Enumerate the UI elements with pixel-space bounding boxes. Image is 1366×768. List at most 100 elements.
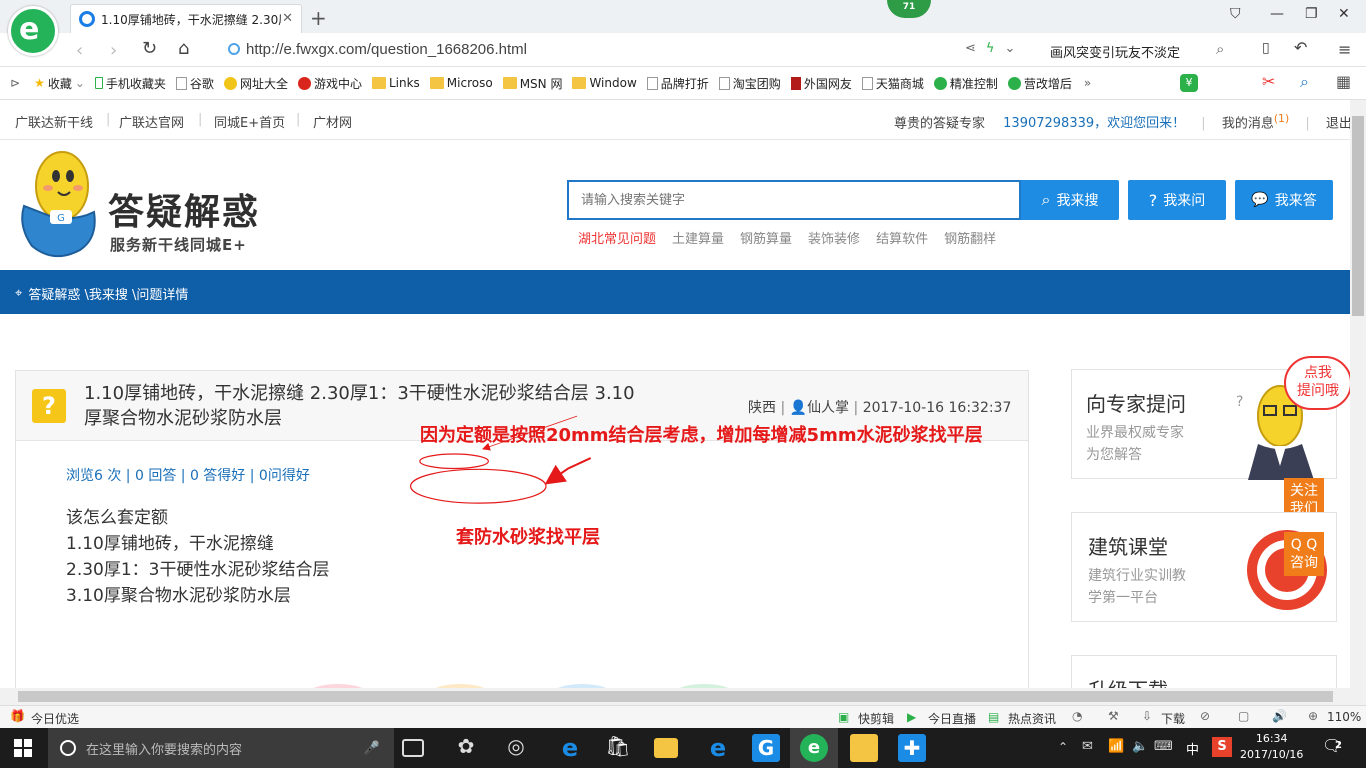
sogou-icon[interactable]: S xyxy=(1212,737,1232,757)
answer-button[interactable]: 💬 我来答 xyxy=(1235,180,1333,220)
undo-icon[interactable]: ↶ xyxy=(1294,38,1307,57)
fav-item[interactable]: 营改增后 xyxy=(1007,75,1072,92)
breadcrumb-text[interactable]: 答疑解惑 \我来搜 \问题详情 xyxy=(28,284,188,303)
ask-button[interactable]: ? 我来问 xyxy=(1128,180,1226,220)
store-icon[interactable]: 🛍 xyxy=(604,734,632,762)
fav-item[interactable]: 天猫商城 xyxy=(861,75,924,92)
taskbar-search[interactable]: 在这里输入你要搜索的内容 🎤 xyxy=(48,728,394,768)
wechat-icon[interactable]: ✉ xyxy=(1082,739,1093,754)
browser-logo-icon[interactable]: e xyxy=(8,6,58,56)
browser-tab[interactable]: 1.10厚铺地砖，干水泥擦缝 2.30厚1：3干硬性水泥砂浆结合层 3.10厚聚… xyxy=(70,4,302,33)
hot-keyword[interactable]: 结算软件 xyxy=(876,228,928,247)
hot-keyword[interactable]: 装饰装修 xyxy=(808,228,860,247)
tray-chevron-icon[interactable]: ⌃ xyxy=(1058,740,1068,754)
yen-icon[interactable]: ¥ xyxy=(1180,74,1198,92)
fav-item[interactable]: Window xyxy=(572,76,637,90)
zoom-level[interactable]: 110% xyxy=(1327,710,1361,724)
browser-status-bar: 🎁 今日优选 ▣ 快剪辑 ▶ 今日直播 ▤ 热点资讯 ◔ ⚒ ⇩ 下载 ⊘ ▢ … xyxy=(0,705,1366,728)
home-icon[interactable]: ⌂ xyxy=(178,38,189,59)
search-input[interactable] xyxy=(569,182,1019,218)
clean-icon[interactable]: ⊘ xyxy=(1200,709,1210,723)
magnifier-icon[interactable]: ⌕ xyxy=(1300,72,1309,92)
fav-item[interactable]: 精准控制 xyxy=(933,75,998,92)
microphone-icon[interactable]: 🎤 xyxy=(364,741,380,756)
window-icon[interactable]: ▢ xyxy=(1238,709,1249,723)
hot-search-text[interactable]: 画风突变引玩友不淡定 xyxy=(1050,42,1180,61)
vertical-scroll-thumb[interactable] xyxy=(1352,116,1364,316)
chevron-down-icon[interactable]: ⌄ xyxy=(1004,41,1015,56)
sidebar-toggle-icon[interactable]: ⊳ xyxy=(10,76,20,90)
fan-icon[interactable]: ✿ xyxy=(452,734,480,762)
ime-indicator[interactable]: 中 xyxy=(1186,739,1199,758)
fav-item[interactable]: Microso xyxy=(429,76,493,90)
plus-app-icon[interactable]: ✚ xyxy=(898,734,926,762)
forward-icon[interactable]: › xyxy=(110,40,117,61)
status-today-picks[interactable]: 今日优选 xyxy=(31,710,79,727)
scissors-icon[interactable]: ✂ xyxy=(1262,72,1275,91)
edge-icon[interactable]: e xyxy=(556,734,584,762)
fav-item[interactable]: 淘宝团购 xyxy=(718,75,781,92)
grid-icon[interactable]: ▦ xyxy=(1336,72,1351,91)
url-field[interactable]: http://e.fwxgx.com/question_1668206.html xyxy=(228,41,527,58)
more-favorites-icon[interactable]: » xyxy=(1084,76,1091,90)
search-box xyxy=(567,180,1021,220)
minimize-icon[interactable]: — xyxy=(1270,6,1284,22)
fav-item[interactable]: MSN 网 xyxy=(502,75,562,92)
hot-keyword[interactable]: 钢筋翻样 xyxy=(944,228,996,247)
new-tab-icon[interactable]: + xyxy=(310,6,327,30)
top-link[interactable]: 广联达官网 xyxy=(119,112,184,131)
phone-icon[interactable]: ▯ xyxy=(1262,40,1270,56)
fav-label: 品牌打折 xyxy=(660,76,709,91)
search-button[interactable]: ⌕ 我来搜 xyxy=(1021,180,1119,220)
menu-icon[interactable]: ≡ xyxy=(1338,40,1351,59)
file-explorer-icon[interactable] xyxy=(654,738,678,758)
fav-item[interactable]: 网址大全 xyxy=(223,75,288,92)
spiral-icon[interactable]: ◎ xyxy=(502,734,530,762)
windows-start-icon[interactable] xyxy=(14,739,32,757)
status-download[interactable]: 下载 xyxy=(1161,710,1185,727)
horizontal-scroll-thumb[interactable] xyxy=(18,691,1333,702)
status-item[interactable]: 今日直播 xyxy=(928,710,976,727)
search-icon[interactable]: ⌕ xyxy=(1216,40,1224,58)
window-close-icon[interactable]: ✕ xyxy=(1338,6,1350,22)
task-view-icon[interactable] xyxy=(402,739,424,757)
volume-icon[interactable]: 🔈 xyxy=(1132,739,1148,754)
maximize-icon[interactable]: ❐ xyxy=(1305,6,1318,22)
refresh-icon[interactable]: ↻ xyxy=(142,38,157,59)
glodon-icon[interactable]: G xyxy=(752,734,780,762)
hot-keyword[interactable]: 土建算量 xyxy=(672,228,724,247)
tab-close-icon[interactable]: ✕ xyxy=(282,11,293,26)
fav-item[interactable]: ★ 收藏 ⌄ xyxy=(34,75,85,92)
taskbar-clock[interactable]: 16:34 2017/10/16 xyxy=(1240,731,1303,763)
wifi-icon[interactable]: 📶 xyxy=(1108,739,1124,754)
fav-item[interactable]: 品牌打折 xyxy=(646,75,709,92)
ie-icon[interactable]: e xyxy=(704,734,732,762)
messages-link[interactable]: 我的消息 xyxy=(1222,116,1274,131)
back-icon[interactable]: ‹ xyxy=(76,40,83,61)
fav-item[interactable]: 谷歌 xyxy=(175,75,214,92)
fav-item[interactable]: Links xyxy=(371,76,420,90)
top-link[interactable]: 广联达新干线 xyxy=(15,112,93,131)
fav-item[interactable]: 外国网友 xyxy=(790,75,852,92)
keyboard-icon[interactable]: ⌨ xyxy=(1154,739,1173,754)
hot-keyword[interactable]: 湖北常见问题 xyxy=(578,228,656,247)
site-logo-title[interactable]: 答疑解惑 xyxy=(108,183,260,235)
mascot-logo-icon[interactable]: G xyxy=(14,146,104,264)
sound-icon[interactable]: 🔊 xyxy=(1272,709,1287,723)
user-welcome[interactable]: 13907298339，欢迎您回来！ xyxy=(1003,116,1185,131)
tools-icon[interactable]: ⚒ xyxy=(1108,709,1119,723)
logout-link[interactable]: 退出 xyxy=(1326,116,1352,131)
shirt-icon[interactable]: ⛉ xyxy=(1230,6,1241,22)
status-item[interactable]: 热点资讯 xyxy=(1008,710,1056,727)
fav-item[interactable]: 游戏中心 xyxy=(297,75,362,92)
top-link[interactable]: 广材网 xyxy=(313,112,352,131)
share-icon[interactable]: ⋖ xyxy=(965,41,976,56)
360-browser-icon[interactable]: e xyxy=(800,734,828,762)
lightning-icon[interactable]: ϟ xyxy=(986,41,995,56)
status-item[interactable]: 快剪辑 xyxy=(858,710,894,727)
notes-icon[interactable] xyxy=(850,734,878,762)
hot-keyword[interactable]: 钢筋算量 xyxy=(740,228,792,247)
fav-item[interactable]: 手机收藏夹 xyxy=(94,75,166,92)
speed-icon[interactable]: ◔ xyxy=(1072,709,1082,723)
top-link[interactable]: 同城E+首页 xyxy=(214,112,285,131)
